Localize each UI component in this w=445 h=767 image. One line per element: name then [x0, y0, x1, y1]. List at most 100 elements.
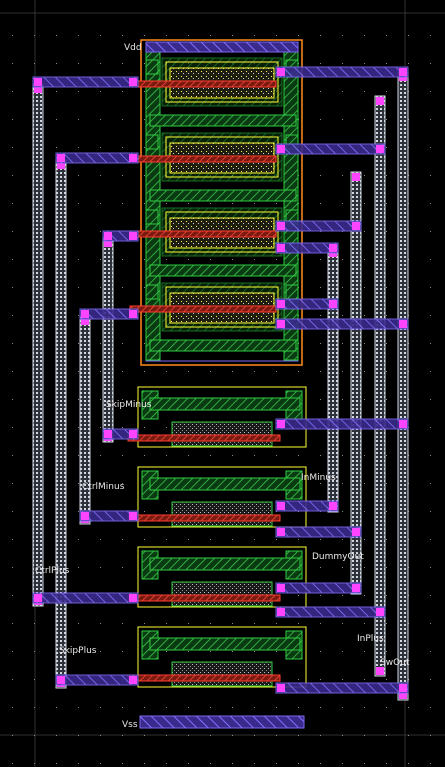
poly-gate[interactable] [129, 305, 277, 313]
metal2-route[interactable] [275, 526, 362, 538]
active-strip[interactable] [149, 477, 301, 491]
grid-dot [386, 91, 387, 92]
metal2-route[interactable] [275, 682, 409, 694]
grid-dot [276, 259, 277, 260]
via-stack-rail[interactable] [32, 83, 44, 607]
grid-dot [364, 63, 365, 64]
grid-dot [12, 679, 13, 680]
via-stack-rail[interactable] [102, 237, 114, 443]
grid-dot [430, 175, 431, 176]
grid-dot [12, 539, 13, 540]
grid-dot [12, 399, 13, 400]
grid-dot [342, 483, 343, 484]
via-contact [277, 584, 285, 592]
metal2-route[interactable] [32, 592, 139, 604]
metal2-route[interactable] [32, 76, 139, 88]
grid-dot [210, 371, 211, 372]
diffusion-contacts[interactable] [171, 501, 273, 527]
metal2-route[interactable] [275, 220, 362, 232]
poly-gate[interactable] [129, 80, 277, 88]
metal2-route[interactable] [275, 318, 409, 330]
via-contact [277, 222, 285, 230]
metal2-route[interactable] [275, 418, 409, 430]
diffusion-contacts[interactable] [171, 581, 273, 607]
grid-dot [364, 343, 365, 344]
active-strip[interactable] [149, 557, 301, 571]
grid-dot [144, 623, 145, 624]
via-stack-rail[interactable] [79, 315, 91, 525]
vdd-rail[interactable] [145, 41, 299, 53]
diffusion-contacts[interactable] [171, 421, 273, 447]
grid-dot [100, 35, 101, 36]
poly-gate[interactable] [129, 230, 277, 238]
poly-gate[interactable] [129, 155, 277, 163]
grid-dot [56, 735, 57, 736]
grid-dot [166, 511, 167, 512]
metal2-route[interactable] [275, 242, 339, 254]
metal2-route[interactable] [275, 582, 362, 594]
vdd-pin-label[interactable]: Vdd [124, 43, 142, 53]
grid-dot [34, 35, 35, 36]
via-contact [104, 430, 112, 438]
grid-dot [100, 707, 101, 708]
grid-dot [386, 35, 387, 36]
vss-rail[interactable] [139, 715, 305, 729]
metal2-route[interactable] [275, 143, 386, 155]
grid-dot [386, 119, 387, 120]
grid-dot [78, 707, 79, 708]
grid-dot [232, 651, 233, 652]
grid-dot [12, 35, 13, 36]
poly-gate[interactable] [127, 594, 281, 602]
via-stack-rail[interactable] [397, 71, 409, 701]
skip-plus-pin-label[interactable]: SkipPlus [59, 646, 96, 656]
metal2-route[interactable] [275, 606, 386, 618]
grid-dot [144, 427, 145, 428]
dummy-out-pin-label[interactable]: DummyOut [312, 552, 364, 562]
substrate-strap[interactable] [149, 114, 297, 127]
via-contact [277, 300, 285, 308]
poly-gate[interactable] [127, 674, 281, 682]
grid-dot [12, 175, 13, 176]
metal2-route[interactable] [275, 298, 339, 310]
grid-dot [408, 63, 409, 64]
substrate-strap[interactable] [149, 339, 297, 352]
in-minus-pin-label[interactable]: InMinus [301, 473, 336, 483]
grid-dot [122, 707, 123, 708]
grid-dot [386, 203, 387, 204]
grid-dot [78, 91, 79, 92]
metal2-route[interactable] [55, 674, 139, 686]
ctrl-plus-pin-label[interactable]: CtrlPlus [35, 566, 69, 576]
grid-dot [430, 483, 431, 484]
ctrl-minus-pin-label[interactable]: CtrlMinus [82, 482, 124, 492]
right-rail-top[interactable] [283, 47, 299, 361]
vss-pin-label[interactable]: Vss [122, 720, 138, 730]
metal2-route[interactable] [275, 500, 339, 512]
substrate-strap[interactable] [149, 264, 297, 277]
via-stack-rail[interactable] [55, 159, 67, 689]
in-plus-pin-label[interactable]: InPlus [357, 634, 384, 644]
metal2-route[interactable] [55, 152, 139, 164]
grid-dot [122, 35, 123, 36]
via-stack-rail[interactable] [374, 95, 386, 677]
substrate-strap[interactable] [149, 189, 297, 202]
grid-dot [34, 679, 35, 680]
left-rail-top[interactable] [145, 47, 161, 361]
active-strip[interactable] [149, 637, 301, 651]
poly-gate[interactable] [127, 514, 281, 522]
grid-dot [342, 763, 343, 764]
active-strip[interactable] [149, 397, 301, 411]
skip-minus-pin-label[interactable]: SkipMinus [106, 400, 152, 410]
sw-out-pin-label[interactable]: SwOut [380, 658, 409, 668]
grid-dot [100, 287, 101, 288]
poly-gate[interactable] [127, 434, 281, 442]
grid-dot [254, 623, 255, 624]
metal2-route[interactable] [275, 66, 409, 78]
grid-dot [364, 91, 365, 92]
grid-dot [144, 707, 145, 708]
diffusion-contacts[interactable] [171, 661, 273, 687]
grid-dot [78, 343, 79, 344]
grid-dot [34, 623, 35, 624]
grid-dot [144, 35, 145, 36]
grid-dot [298, 35, 299, 36]
grid-dot [12, 511, 13, 512]
